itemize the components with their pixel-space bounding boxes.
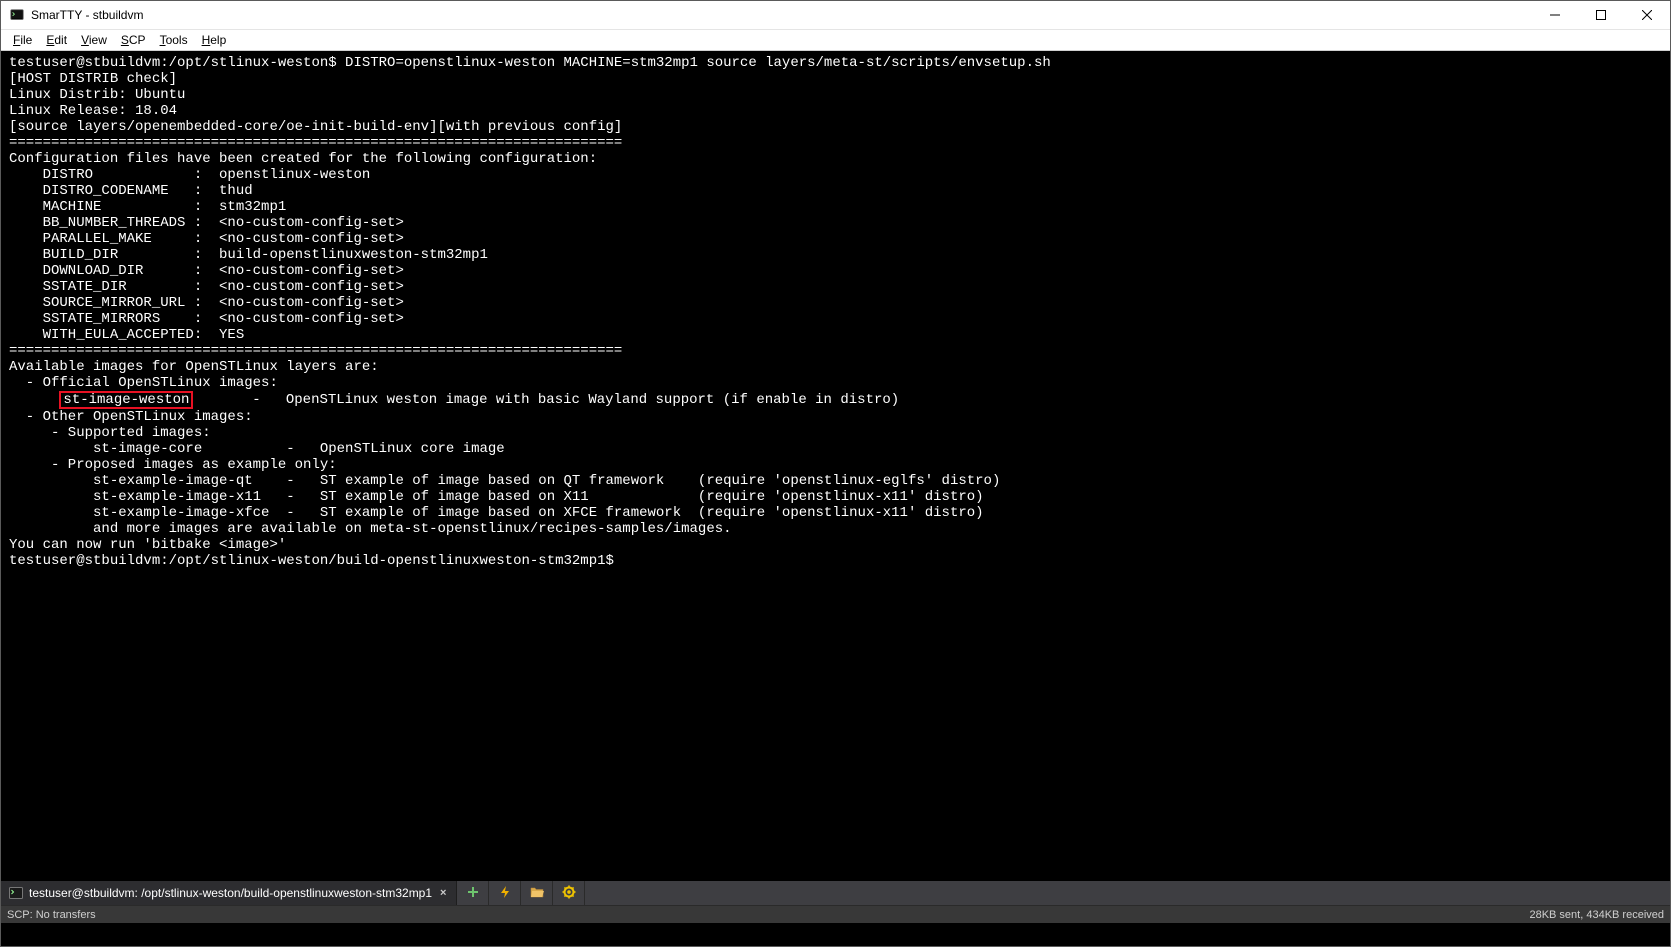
terminal-line: st-image-core - OpenSTLinux core image — [9, 441, 1662, 457]
terminal-line: - Official OpenSTLinux images: — [9, 375, 1662, 391]
terminal-line: - Proposed images as example only: — [9, 457, 1662, 473]
terminal-output[interactable]: testuser@stbuildvm:/opt/stlinux-weston$ … — [1, 51, 1670, 881]
menu-help[interactable]: Help — [196, 31, 233, 49]
menu-edit[interactable]: Edit — [40, 31, 73, 49]
menu-view[interactable]: View — [75, 31, 113, 49]
terminal-line-highlight: st-image-weston - OpenSTLinux weston ima… — [9, 391, 1662, 409]
tab-close-button[interactable]: × — [438, 887, 448, 899]
minimize-button[interactable] — [1532, 1, 1578, 29]
terminal-line: DISTRO_CODENAME : thud — [9, 183, 1662, 199]
terminal-icon — [9, 887, 23, 899]
terminal-line: and more images are available on meta-st… — [9, 521, 1662, 537]
new-tab-button[interactable] — [457, 881, 489, 905]
terminal-line: DISTRO : openstlinux-weston — [9, 167, 1662, 183]
terminal-line: BB_NUMBER_THREADS : <no-custom-config-se… — [9, 215, 1662, 231]
status-right: 28KB sent, 434KB received — [1529, 909, 1664, 921]
terminal-line: [HOST DISTRIB check] — [9, 71, 1662, 87]
terminal-line: You can now run 'bitbake <image>' — [9, 537, 1662, 553]
terminal-line: Available images for OpenSTLinux layers … — [9, 359, 1662, 375]
terminal-line: SSTATE_DIR : <no-custom-config-set> — [9, 279, 1662, 295]
gear-icon — [562, 885, 576, 902]
maximize-button[interactable] — [1578, 1, 1624, 29]
bolt-icon — [498, 885, 512, 902]
terminal-line: st-example-image-x11 - ST example of ima… — [9, 489, 1662, 505]
terminal-line: SOURCE_MIRROR_URL : <no-custom-config-se… — [9, 295, 1662, 311]
terminal-line: - Supported images: — [9, 425, 1662, 441]
terminal-line: - Other OpenSTLinux images: — [9, 409, 1662, 425]
terminal-line: SSTATE_MIRRORS : <no-custom-config-set> — [9, 311, 1662, 327]
highlighted-image-name: st-image-weston — [59, 391, 193, 409]
status-left: SCP: No transfers — [7, 909, 96, 921]
menu-scp[interactable]: SCP — [115, 31, 152, 49]
terminal-line: WITH_EULA_ACCEPTED: YES — [9, 327, 1662, 343]
app-icon — [9, 7, 25, 23]
window-title: SmarTTY - stbuildvm — [31, 8, 143, 22]
terminal-line: BUILD_DIR : build-openstlinuxweston-stm3… — [9, 247, 1662, 263]
menubar: File Edit View SCP Tools Help — [1, 30, 1670, 51]
statusbar: SCP: No transfers 28KB sent, 434KB recei… — [1, 905, 1670, 923]
tab-label: testuser@stbuildvm: /opt/stlinux-weston/… — [29, 886, 432, 900]
terminal-prompt[interactable]: testuser@stbuildvm:/opt/stlinux-weston/b… — [9, 553, 1662, 569]
terminal-line: PARALLEL_MAKE : <no-custom-config-set> — [9, 231, 1662, 247]
quick-command-button[interactable] — [489, 881, 521, 905]
terminal-line: MACHINE : stm32mp1 — [9, 199, 1662, 215]
terminal-line: [source layers/openembedded-core/oe-init… — [9, 119, 1662, 135]
terminal-line: st-example-image-qt - ST example of imag… — [9, 473, 1662, 489]
titlebar: SmarTTY - stbuildvm — [1, 1, 1670, 30]
terminal-line: Configuration files have been created fo… — [9, 151, 1662, 167]
menu-file[interactable]: File — [7, 31, 38, 49]
terminal-line: testuser@stbuildvm:/opt/stlinux-weston$ … — [9, 55, 1662, 71]
terminal-line: DOWNLOAD_DIR : <no-custom-config-set> — [9, 263, 1662, 279]
folder-icon — [530, 885, 544, 902]
plus-icon — [466, 885, 480, 902]
terminal-line: Linux Release: 18.04 — [9, 103, 1662, 119]
menu-tools[interactable]: Tools — [154, 31, 194, 49]
terminal-line: Linux Distrib: Ubuntu — [9, 87, 1662, 103]
terminal-tab[interactable]: testuser@stbuildvm: /opt/stlinux-weston/… — [1, 881, 457, 905]
terminal-line: st-example-image-xfce - ST example of im… — [9, 505, 1662, 521]
settings-button[interactable] — [553, 881, 585, 905]
terminal-line: ========================================… — [9, 135, 1662, 151]
open-folder-button[interactable] — [521, 881, 553, 905]
tabbar: testuser@stbuildvm: /opt/stlinux-weston/… — [1, 881, 1670, 905]
close-button[interactable] — [1624, 1, 1670, 29]
terminal-line: ========================================… — [9, 343, 1662, 359]
window-controls — [1532, 1, 1670, 29]
